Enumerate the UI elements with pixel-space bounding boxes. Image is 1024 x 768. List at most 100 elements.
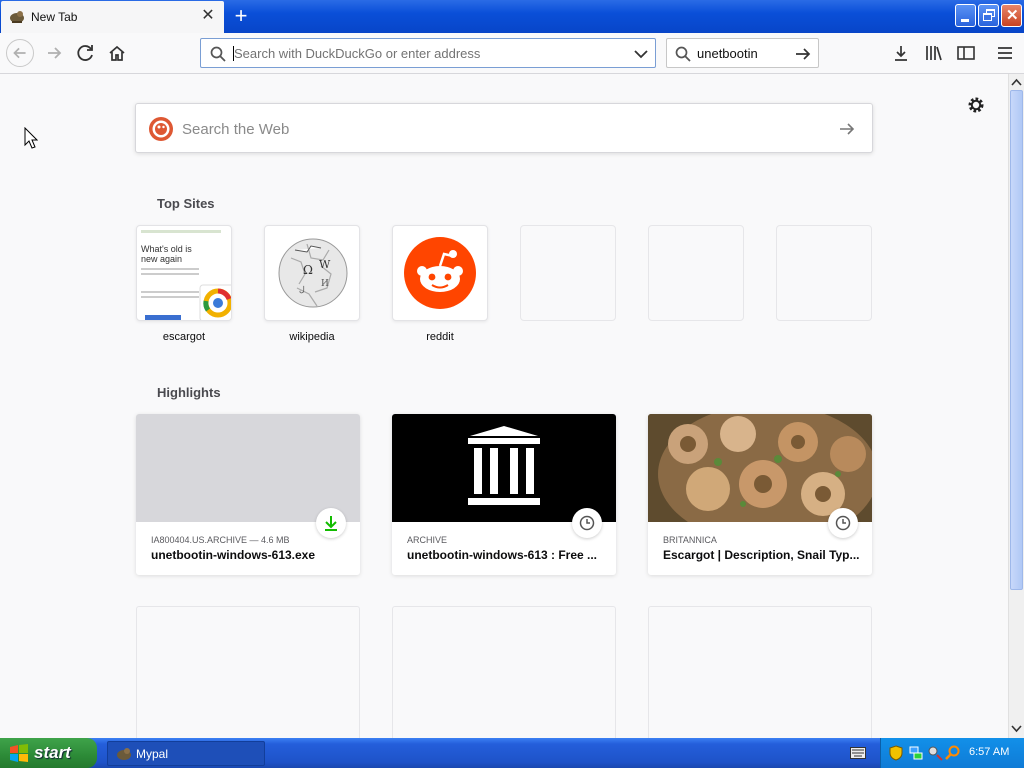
svg-text:W: W <box>319 258 331 271</box>
download-icon <box>325 516 337 531</box>
search-bar[interactable]: unetbootin <box>666 38 819 68</box>
web-search-box[interactable]: Search the Web <box>135 103 873 153</box>
windows-logo-icon <box>10 744 28 762</box>
top-site-empty <box>648 225 744 321</box>
window-minimize-button[interactable] <box>955 4 976 27</box>
highlight-image <box>392 414 616 522</box>
vertical-scrollbar[interactable] <box>1008 74 1024 738</box>
mouse-cursor-icon <box>24 127 38 149</box>
history-badge <box>572 508 602 538</box>
highlight-source: IA800404.US.ARCHIVE — 4.6 MB <box>151 535 290 545</box>
security-shield-icon[interactable] <box>889 745 903 761</box>
site-label: escargot <box>162 331 206 343</box>
tab-new-tab[interactable]: New Tab ✕ <box>1 1 224 33</box>
gear-icon[interactable] <box>966 95 986 115</box>
preview-header-bar <box>141 230 221 233</box>
window-close-button[interactable]: ✕ <box>1001 4 1022 27</box>
highlight-card-archive[interactable]: ARCHIVE unetbootin-windows-613 : Free ..… <box>392 414 616 575</box>
escargot-photo <box>648 414 872 522</box>
highlight-empty-card <box>648 606 872 738</box>
navigation-toolbar: Search with DuckDuckGo or enter address … <box>0 33 1024 74</box>
top-site-empty <box>520 225 616 321</box>
settings-tray-icon[interactable] <box>927 745 943 761</box>
highlight-empty-card <box>392 606 616 738</box>
highlight-title: unetbootin-windows-613.exe <box>151 548 316 562</box>
search-go-arrow-icon[interactable] <box>794 45 812 63</box>
highlight-title: unetbootin-windows-613 : Free ... <box>407 548 598 562</box>
reddit-logo-icon <box>404 237 476 309</box>
forward-arrow-icon[interactable] <box>40 39 68 67</box>
empty-site-placeholder <box>520 225 616 321</box>
sidebar-icon[interactable] <box>956 43 976 63</box>
site-thumbnail[interactable]: What's old is new again <box>136 225 232 321</box>
mypal-app-icon <box>117 748 131 760</box>
search-value: unetbootin <box>697 46 758 61</box>
top-sites-title: Top Sites <box>157 196 215 211</box>
web-search-placeholder: Search the Web <box>182 121 290 138</box>
download-badge <box>316 508 346 538</box>
new-tab-button[interactable]: + <box>228 4 254 30</box>
escargot-dish-image <box>648 414 872 522</box>
highlights-title: Highlights <box>157 385 221 400</box>
highlight-source: ARCHIVE <box>407 535 448 545</box>
top-site-empty <box>776 225 872 321</box>
preview-text-line <box>141 273 199 275</box>
back-arrow-icon[interactable] <box>6 39 34 67</box>
library-icon[interactable] <box>924 43 944 63</box>
start-label: start <box>34 743 71 762</box>
search-submit-arrow-icon[interactable] <box>838 120 856 138</box>
top-site-reddit[interactable]: reddit <box>392 225 488 343</box>
highlight-card-download[interactable]: IA800404.US.ARCHIVE — 4.6 MB unetbootin-… <box>136 414 360 575</box>
taskbar-item-label: Mypal <box>136 747 169 761</box>
wikipedia-globe-icon: Ω W И ل <box>278 238 348 308</box>
address-bar[interactable]: Search with DuckDuckGo or enter address <box>200 38 656 68</box>
scroll-down-icon[interactable] <box>1011 724 1022 734</box>
tab-strip: New Tab ✕ + ✕ <box>0 0 1024 33</box>
preview-button <box>145 315 181 320</box>
mypal-favicon-icon <box>10 11 24 23</box>
search-icon <box>675 46 691 62</box>
empty-site-placeholder <box>776 225 872 321</box>
top-site-wikipedia[interactable]: Ω W И ل wikipedia <box>264 225 360 343</box>
escargot-preview-title: What's old is new again <box>141 244 192 264</box>
duckduckgo-logo-icon <box>149 117 173 141</box>
internet-archive-logo-icon <box>468 426 540 505</box>
home-icon[interactable] <box>103 39 131 67</box>
highlight-empty-card <box>136 606 360 738</box>
taskbar-clock: 6:57 AM <box>969 746 1010 758</box>
svg-text:ل: ل <box>299 285 305 294</box>
clock-icon <box>835 515 851 531</box>
preview-text-line <box>141 296 199 298</box>
start-button[interactable]: start <box>0 738 97 768</box>
site-thumbnail[interactable] <box>392 225 488 321</box>
highlight-source: BRITANNICA <box>663 535 717 545</box>
network-icon[interactable] <box>908 745 924 761</box>
chevron-down-icon[interactable] <box>633 47 649 61</box>
clock-icon <box>579 515 595 531</box>
top-site-escargot[interactable]: What's old is new again escargot <box>136 225 232 343</box>
preview-text-line <box>141 268 199 270</box>
new-tab-page: Search the Web Top Sites What's old is n… <box>0 74 1008 738</box>
tab-close-icon[interactable]: ✕ <box>199 7 217 25</box>
keyboard-icon[interactable] <box>850 747 866 759</box>
site-label: wikipedia <box>289 331 335 343</box>
search-icon <box>210 46 226 62</box>
escargot-logo-icon <box>199 284 231 320</box>
windows-taskbar: start Mypal 6:57 AM <box>0 738 1024 768</box>
scroll-up-icon[interactable] <box>1011 77 1022 87</box>
svg-text:И: И <box>321 279 329 289</box>
highlight-card-britannica[interactable]: BRITANNICA Escargot | Description, Snail… <box>648 414 872 575</box>
site-thumbnail[interactable]: Ω W И ل <box>264 225 360 321</box>
search-tray-icon[interactable] <box>945 745 961 761</box>
taskbar-item-mypal[interactable]: Mypal <box>107 741 265 766</box>
reload-icon[interactable] <box>72 39 100 67</box>
downloads-icon[interactable] <box>891 43 911 63</box>
tab-title: New Tab <box>31 10 78 24</box>
system-tray: 6:57 AM <box>880 738 1024 768</box>
scrollbar-thumb[interactable] <box>1010 90 1023 590</box>
highlight-image-placeholder <box>136 414 360 522</box>
menu-icon[interactable] <box>995 43 1015 63</box>
empty-site-placeholder <box>648 225 744 321</box>
preview-text-line <box>141 291 199 293</box>
window-restore-button[interactable] <box>978 4 999 27</box>
